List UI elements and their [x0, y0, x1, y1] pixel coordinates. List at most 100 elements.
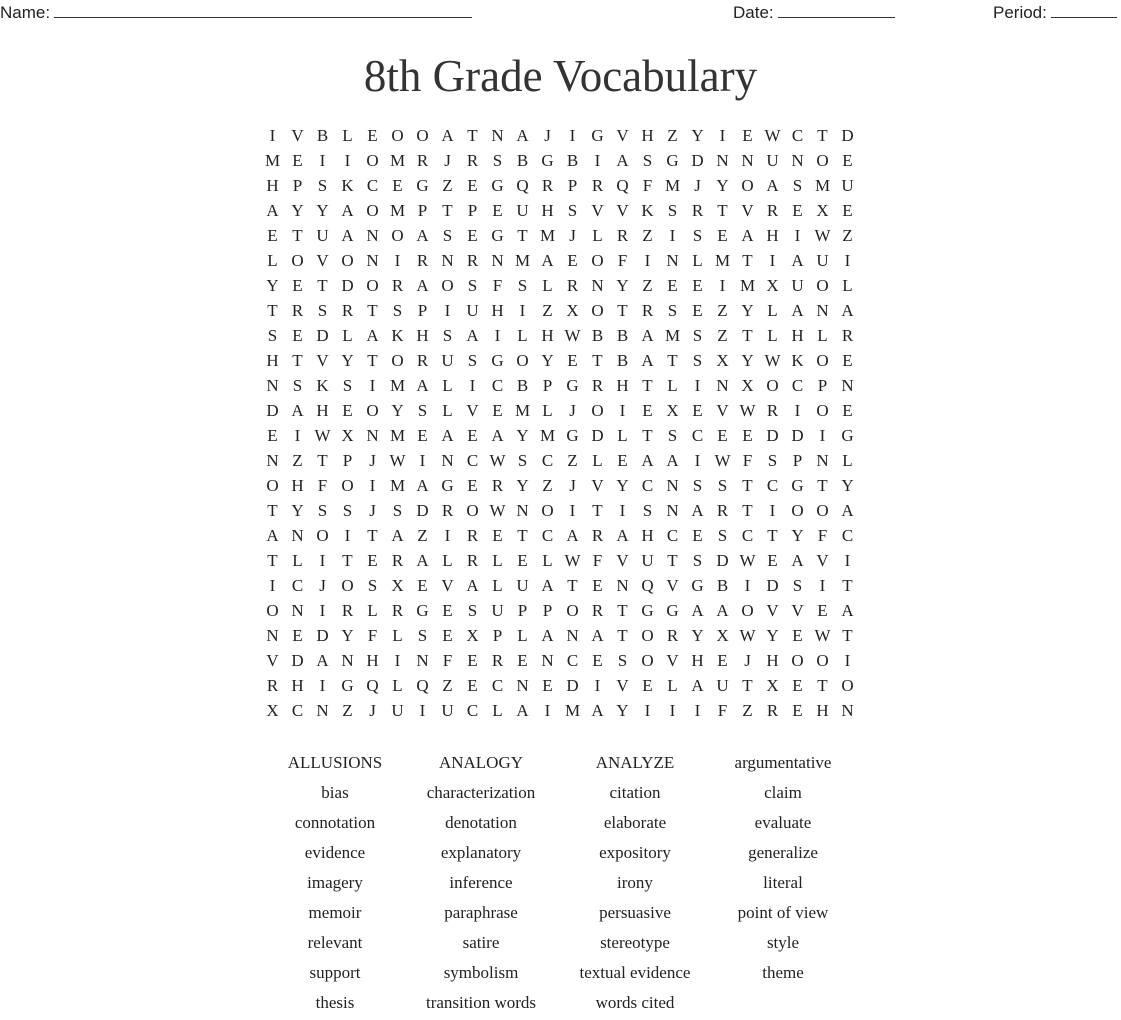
grid-letter[interactable]: A	[410, 548, 435, 573]
grid-letter[interactable]: G	[685, 573, 710, 598]
grid-letter[interactable]: K	[310, 373, 335, 398]
grid-letter[interactable]: T	[660, 548, 685, 573]
grid-letter[interactable]: A	[460, 323, 485, 348]
grid-letter[interactable]: R	[760, 398, 785, 423]
grid-letter[interactable]: P	[460, 198, 485, 223]
grid-letter[interactable]: N	[835, 698, 860, 723]
grid-letter[interactable]: L	[435, 548, 460, 573]
grid-letter[interactable]: E	[485, 398, 510, 423]
grid-letter[interactable]: L	[485, 573, 510, 598]
grid-letter[interactable]: M	[385, 423, 410, 448]
grid-letter[interactable]: R	[760, 198, 785, 223]
grid-letter[interactable]: Y	[285, 498, 310, 523]
grid-letter[interactable]: S	[510, 448, 535, 473]
grid-letter[interactable]: R	[385, 273, 410, 298]
grid-letter[interactable]: E	[460, 223, 485, 248]
grid-letter[interactable]: N	[510, 498, 535, 523]
grid-letter[interactable]: O	[810, 648, 835, 673]
grid-letter[interactable]: Y	[835, 473, 860, 498]
grid-letter[interactable]: A	[685, 598, 710, 623]
grid-letter[interactable]: N	[310, 698, 335, 723]
grid-letter[interactable]: O	[735, 173, 760, 198]
grid-letter[interactable]: O	[785, 498, 810, 523]
grid-letter[interactable]: L	[385, 623, 410, 648]
grid-letter[interactable]: H	[260, 173, 285, 198]
grid-letter[interactable]: T	[310, 273, 335, 298]
grid-letter[interactable]: V	[810, 548, 835, 573]
grid-letter[interactable]: S	[460, 273, 485, 298]
grid-letter[interactable]: T	[260, 548, 285, 573]
grid-letter[interactable]: V	[610, 198, 635, 223]
grid-letter[interactable]: U	[510, 573, 535, 598]
grid-letter[interactable]: E	[260, 423, 285, 448]
grid-letter[interactable]: C	[560, 648, 585, 673]
grid-letter[interactable]: E	[460, 423, 485, 448]
grid-letter[interactable]: X	[760, 673, 785, 698]
grid-letter[interactable]: R	[335, 598, 360, 623]
grid-letter[interactable]: Z	[635, 223, 660, 248]
grid-letter[interactable]: M	[260, 148, 285, 173]
grid-letter[interactable]: Z	[335, 698, 360, 723]
name-field[interactable]: Name:	[0, 3, 473, 23]
grid-letter[interactable]: X	[710, 348, 735, 373]
grid-letter[interactable]: I	[785, 398, 810, 423]
grid-letter[interactable]: S	[435, 323, 460, 348]
grid-letter[interactable]: O	[635, 648, 660, 673]
grid-letter[interactable]: S	[760, 448, 785, 473]
grid-letter[interactable]: D	[585, 423, 610, 448]
grid-letter[interactable]: O	[585, 398, 610, 423]
grid-letter[interactable]: D	[835, 123, 860, 148]
grid-letter[interactable]: L	[835, 448, 860, 473]
grid-letter[interactable]: A	[485, 423, 510, 448]
grid-letter[interactable]: J	[535, 123, 560, 148]
grid-letter[interactable]: N	[335, 648, 360, 673]
grid-letter[interactable]: E	[560, 348, 585, 373]
grid-letter[interactable]: I	[260, 123, 285, 148]
grid-letter[interactable]: I	[835, 648, 860, 673]
grid-letter[interactable]: S	[310, 298, 335, 323]
grid-letter[interactable]: D	[260, 398, 285, 423]
grid-letter[interactable]: A	[835, 498, 860, 523]
grid-letter[interactable]: L	[435, 398, 460, 423]
grid-letter[interactable]: N	[610, 573, 635, 598]
grid-letter[interactable]: E	[685, 398, 710, 423]
grid-letter[interactable]: O	[260, 473, 285, 498]
grid-letter[interactable]: T	[735, 323, 760, 348]
grid-letter[interactable]: L	[260, 248, 285, 273]
grid-letter[interactable]: V	[660, 648, 685, 673]
name-blank-line[interactable]	[54, 3, 473, 18]
grid-letter[interactable]: T	[335, 548, 360, 573]
grid-letter[interactable]: B	[310, 123, 335, 148]
grid-letter[interactable]: J	[685, 173, 710, 198]
grid-letter[interactable]: T	[460, 123, 485, 148]
grid-letter[interactable]: R	[460, 523, 485, 548]
grid-letter[interactable]: E	[410, 423, 435, 448]
grid-letter[interactable]: G	[485, 348, 510, 373]
grid-letter[interactable]: T	[310, 448, 335, 473]
grid-letter[interactable]: E	[760, 548, 785, 573]
grid-letter[interactable]: G	[410, 173, 435, 198]
grid-letter[interactable]: T	[285, 223, 310, 248]
grid-letter[interactable]: V	[610, 123, 635, 148]
grid-letter[interactable]: A	[310, 648, 335, 673]
grid-letter[interactable]: D	[310, 623, 335, 648]
grid-letter[interactable]: N	[485, 123, 510, 148]
grid-letter[interactable]: R	[560, 273, 585, 298]
grid-letter[interactable]: T	[510, 223, 535, 248]
grid-letter[interactable]: S	[310, 173, 335, 198]
grid-letter[interactable]: E	[460, 648, 485, 673]
grid-letter[interactable]: M	[385, 148, 410, 173]
grid-letter[interactable]: M	[385, 373, 410, 398]
grid-letter[interactable]: W	[760, 123, 785, 148]
grid-letter[interactable]: O	[335, 573, 360, 598]
grid-letter[interactable]: R	[460, 548, 485, 573]
grid-letter[interactable]: S	[660, 298, 685, 323]
grid-letter[interactable]: U	[710, 673, 735, 698]
grid-letter[interactable]: W	[310, 423, 335, 448]
grid-letter[interactable]: M	[560, 698, 585, 723]
grid-letter[interactable]: N	[660, 248, 685, 273]
grid-letter[interactable]: Y	[285, 198, 310, 223]
grid-letter[interactable]: P	[285, 173, 310, 198]
grid-letter[interactable]: N	[660, 473, 685, 498]
grid-letter[interactable]: Z	[560, 448, 585, 473]
